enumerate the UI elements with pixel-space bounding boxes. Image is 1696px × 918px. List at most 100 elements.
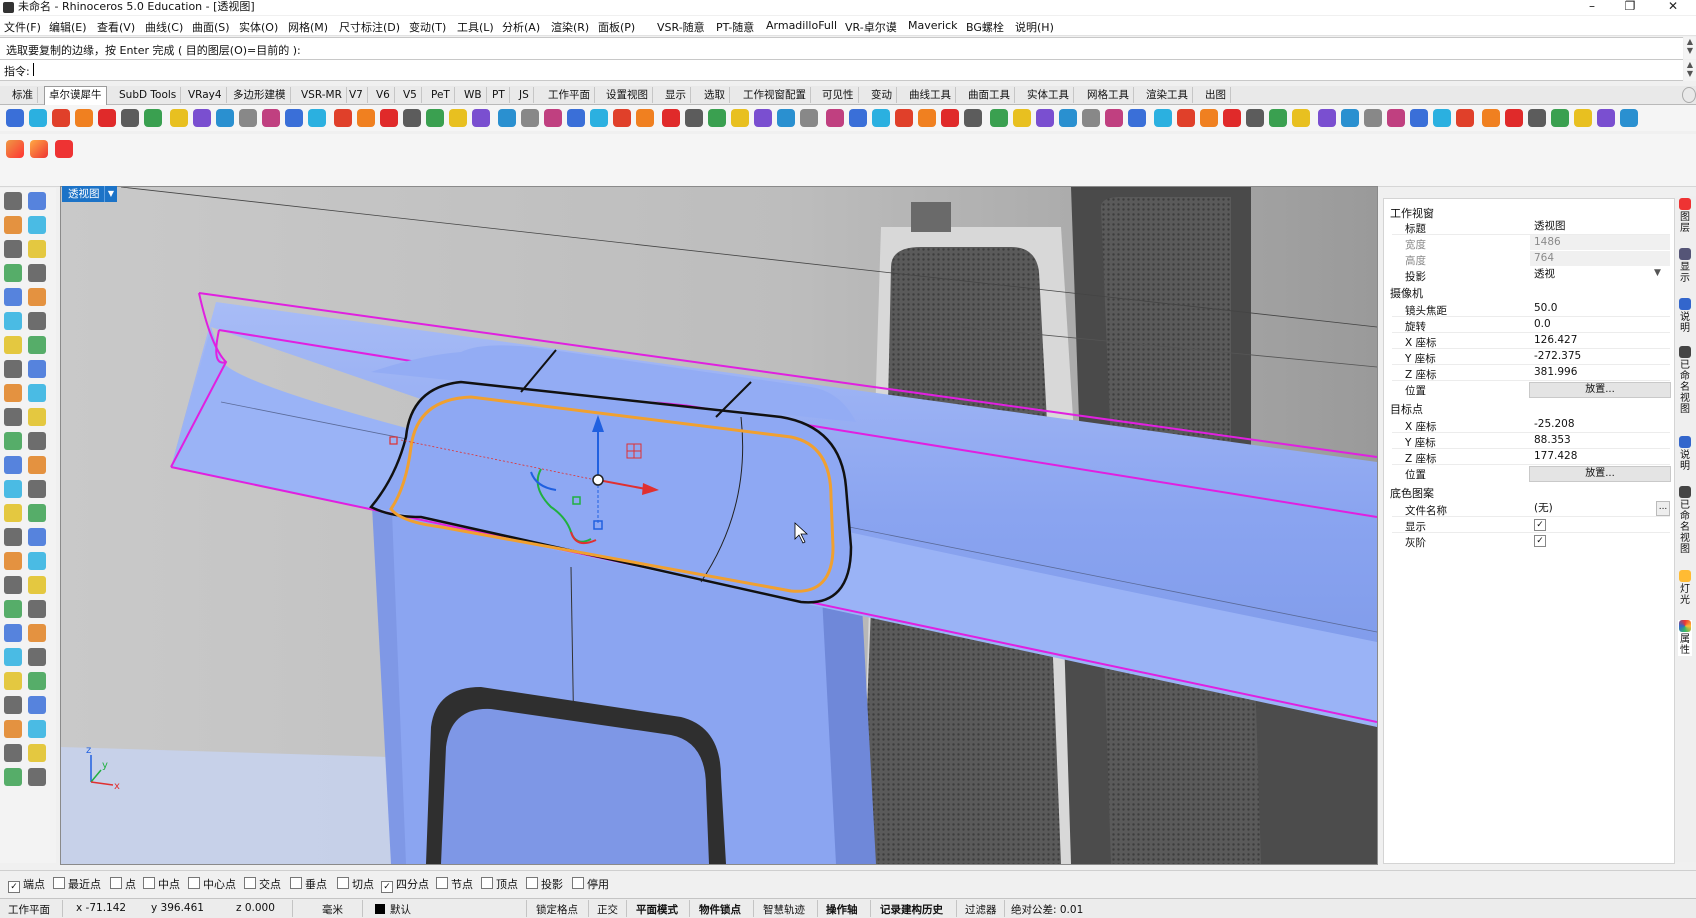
- menu-maverick[interactable]: Maverick: [908, 19, 958, 32]
- perspective-viewport[interactable]: z y x: [60, 186, 1378, 865]
- toolbar-tool-icon[interactable]: [1105, 109, 1123, 127]
- send-icon[interactable]: [6, 140, 24, 158]
- menu-view[interactable]: 查看(V): [97, 19, 135, 35]
- toolbar-tool-icon[interactable]: [1269, 109, 1287, 127]
- left-tool-icon[interactable]: [28, 744, 46, 762]
- left-tool-icon[interactable]: [28, 600, 46, 618]
- osnap-center[interactable]: 中心点: [188, 876, 236, 892]
- left-tool-icon[interactable]: [28, 264, 46, 282]
- tab-curve-tools[interactable]: 曲线工具: [905, 87, 956, 103]
- menu-armadillo[interactable]: ArmadilloFull: [766, 19, 837, 32]
- left-tool-icon[interactable]: [28, 528, 46, 546]
- toolbar-tool-icon[interactable]: [193, 109, 211, 127]
- left-tool-icon[interactable]: [4, 768, 22, 786]
- side-tab-named-views[interactable]: 已命名视图: [1678, 346, 1692, 415]
- toolbar-tool-icon[interactable]: [52, 109, 70, 127]
- toolbar-tool-icon[interactable]: [308, 109, 326, 127]
- tab-polygon-modeling[interactable]: 多边形建模: [229, 87, 291, 103]
- prop-target-x-value[interactable]: -25.208: [1530, 417, 1670, 432]
- left-tool-icon[interactable]: [28, 576, 46, 594]
- left-tool-icon[interactable]: [28, 384, 46, 402]
- menu-transform[interactable]: 变动(T): [409, 19, 446, 35]
- left-tool-icon[interactable]: [28, 408, 46, 426]
- mail-icon[interactable]: [55, 140, 73, 158]
- toolbar-tool-icon[interactable]: [1246, 109, 1264, 127]
- toolbar-tool-icon[interactable]: [567, 109, 585, 127]
- toolbar-tool-icon[interactable]: [964, 109, 982, 127]
- toolbar-tool-icon[interactable]: [1597, 109, 1615, 127]
- left-tool-icon[interactable]: [28, 480, 46, 498]
- left-tool-icon[interactable]: [4, 216, 22, 234]
- left-tool-icon[interactable]: [28, 360, 46, 378]
- toolbar-tool-icon[interactable]: [849, 109, 867, 127]
- toolbar-tool-icon[interactable]: [1082, 109, 1100, 127]
- tab-transform[interactable]: 变动: [867, 87, 897, 103]
- left-tool-icon[interactable]: [4, 744, 22, 762]
- status-layer[interactable]: 默认: [390, 902, 411, 917]
- tab-v6[interactable]: V6: [372, 87, 395, 103]
- toolbar-tool-icon[interactable]: [121, 109, 139, 127]
- osnap-end[interactable]: ✓ 端点: [8, 876, 45, 893]
- left-tool-icon[interactable]: [4, 456, 22, 474]
- tab-v5[interactable]: V5: [399, 87, 422, 103]
- menu-dimension[interactable]: 尺寸标注(D): [339, 19, 400, 35]
- left-tool-icon[interactable]: [4, 192, 22, 210]
- toolbar-tool-icon[interactable]: [498, 109, 516, 127]
- tab-surface-tools[interactable]: 曲面工具: [964, 87, 1015, 103]
- filter-toggle[interactable]: 过滤器: [965, 902, 997, 917]
- left-tool-icon[interactable]: [4, 552, 22, 570]
- left-tool-icon[interactable]: [4, 432, 22, 450]
- menu-vsr[interactable]: VSR-随意: [657, 19, 705, 35]
- toolbar-tool-icon[interactable]: [1574, 109, 1592, 127]
- tab-js[interactable]: JS: [515, 87, 534, 103]
- prop-target-y-value[interactable]: 88.353: [1530, 433, 1670, 448]
- restore-button[interactable]: ❐: [1612, 0, 1648, 15]
- toolbar-tool-icon[interactable]: [990, 109, 1008, 127]
- tab-select[interactable]: 选取: [700, 87, 730, 103]
- left-tool-icon[interactable]: [28, 240, 46, 258]
- left-tool-icon[interactable]: [28, 624, 46, 642]
- toolbar-tool-icon[interactable]: [895, 109, 913, 127]
- toolbar-tool-icon[interactable]: [754, 109, 772, 127]
- toolbar-tool-icon[interactable]: [170, 109, 188, 127]
- toolbar-tool-icon[interactable]: [1177, 109, 1195, 127]
- tab-cplane[interactable]: 工作平面: [544, 87, 595, 103]
- menu-file[interactable]: 文件(F): [4, 19, 41, 35]
- left-tool-icon[interactable]: [28, 720, 46, 738]
- toolbar-tool-icon[interactable]: [216, 109, 234, 127]
- toolbar-tool-icon[interactable]: [380, 109, 398, 127]
- left-tool-icon[interactable]: [4, 720, 22, 738]
- side-tab-help[interactable]: 说明: [1678, 298, 1692, 334]
- prop-file-value[interactable]: (无): [1530, 501, 1670, 516]
- osnap-near[interactable]: 最近点: [53, 876, 101, 892]
- tab-pet[interactable]: PeT: [427, 87, 455, 103]
- toolbar-tool-icon[interactable]: [449, 109, 467, 127]
- side-tab-help-2[interactable]: 说明: [1678, 436, 1692, 472]
- left-tool-icon[interactable]: [4, 648, 22, 666]
- minimize-button[interactable]: –: [1574, 0, 1610, 15]
- left-tool-icon[interactable]: [4, 288, 22, 306]
- toolbar-tool-icon[interactable]: [1200, 109, 1218, 127]
- osnap-disable[interactable]: 停用: [572, 876, 609, 892]
- grayscale-checkbox[interactable]: ✓: [1534, 535, 1546, 547]
- prop-cam-y-value[interactable]: -272.375: [1530, 349, 1670, 364]
- toolbar-tool-icon[interactable]: [1223, 109, 1241, 127]
- menu-curve[interactable]: 曲线(C): [145, 19, 183, 35]
- toolbar-tool-icon[interactable]: [75, 109, 93, 127]
- menu-edit[interactable]: 编辑(E): [49, 19, 87, 35]
- osnap-quad[interactable]: ✓ 四分点: [381, 876, 429, 893]
- left-tool-icon[interactable]: [28, 768, 46, 786]
- tab-v7[interactable]: V7: [345, 87, 368, 103]
- send-to-icon[interactable]: [30, 140, 48, 158]
- toolbar-tool-icon[interactable]: [708, 109, 726, 127]
- left-tool-icon[interactable]: [4, 672, 22, 690]
- toolbar-tool-icon[interactable]: [1456, 109, 1474, 127]
- left-tool-icon[interactable]: [28, 672, 46, 690]
- smarttrack-toggle[interactable]: 智慧轨迹: [763, 902, 805, 917]
- viewport-title[interactable]: 透视图: [62, 186, 106, 202]
- menu-render[interactable]: 渲染(R): [551, 19, 589, 35]
- prop-lens-value[interactable]: 50.0: [1530, 301, 1670, 316]
- command-scrollbar[interactable]: ▲ ▼: [1684, 60, 1696, 81]
- gumball-center[interactable]: [592, 474, 604, 486]
- toolbar-tool-icon[interactable]: [29, 109, 47, 127]
